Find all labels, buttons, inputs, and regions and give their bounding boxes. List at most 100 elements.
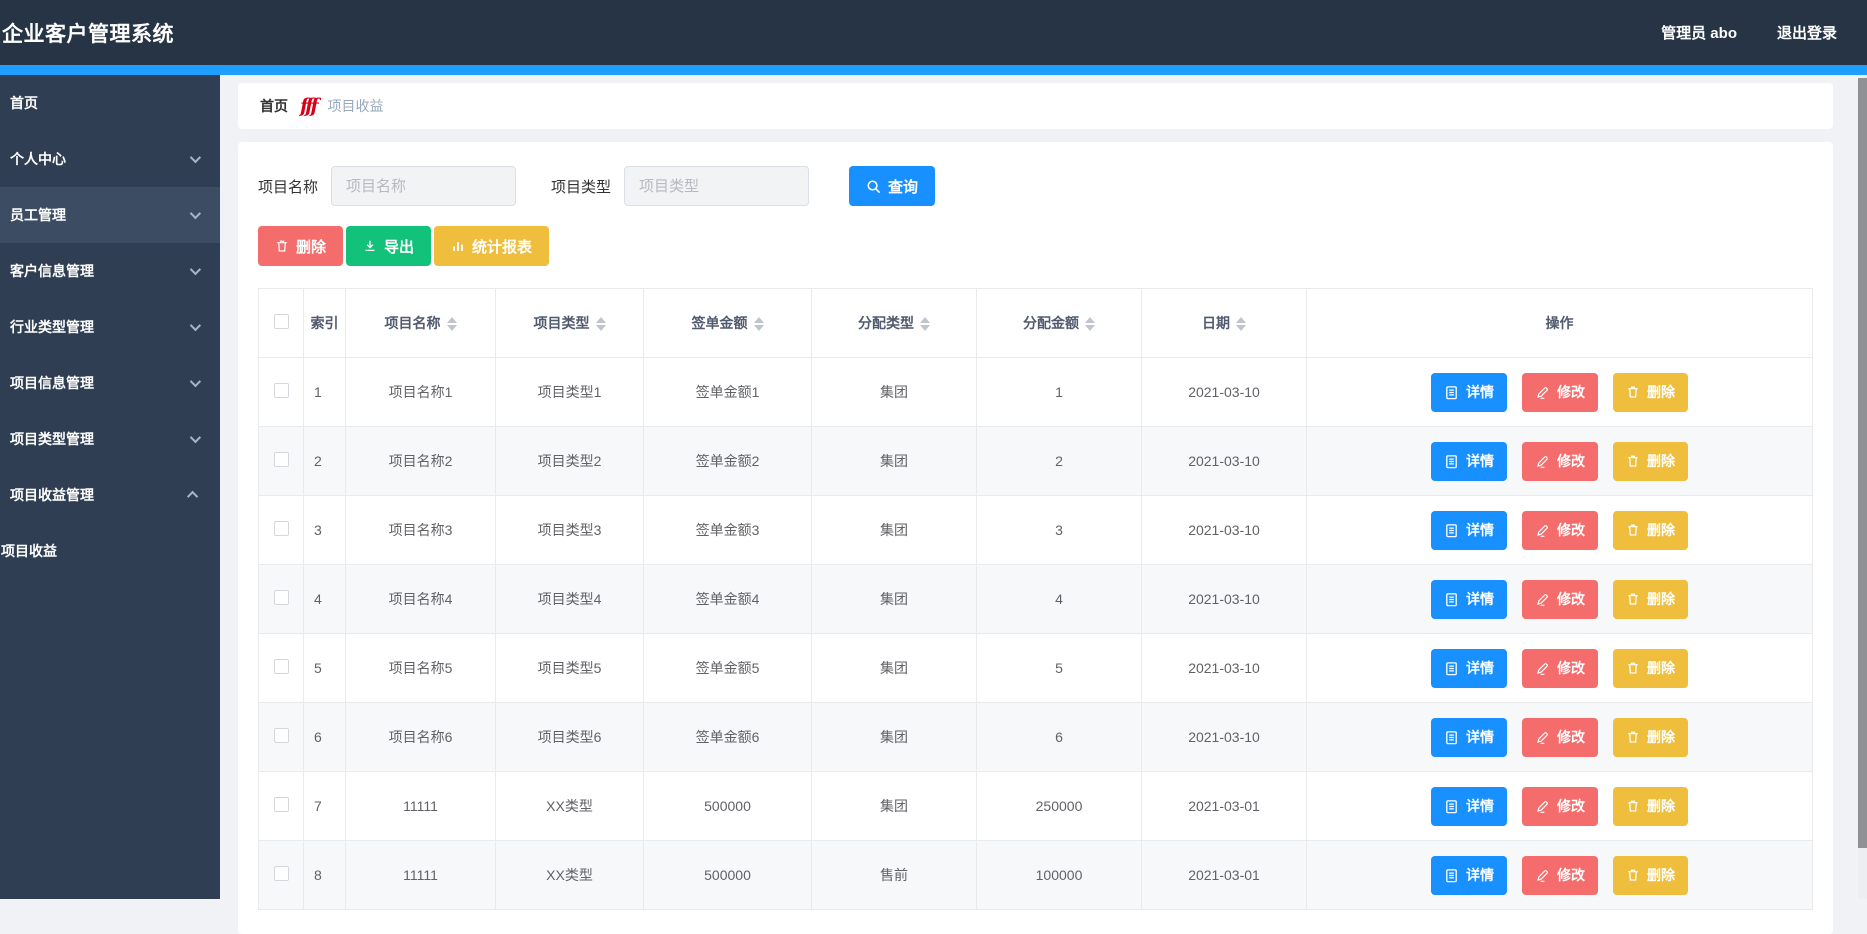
- sidebar-item[interactable]: 项目信息管理: [0, 355, 220, 411]
- table-cell: 项目类型5: [496, 634, 644, 703]
- sidebar-item[interactable]: 客户信息管理: [0, 243, 220, 299]
- detail-button[interactable]: 详情: [1431, 787, 1507, 826]
- project-name-input[interactable]: [331, 166, 516, 206]
- sidebar-item[interactable]: 个人中心: [0, 131, 220, 187]
- row-select-cell: [259, 634, 304, 703]
- sidebar-item[interactable]: 项目收益管理: [0, 467, 220, 523]
- trash-icon: [1626, 868, 1640, 882]
- edit-button[interactable]: 修改: [1522, 649, 1598, 688]
- sidebar-item-label: 项目收益: [1, 541, 57, 561]
- detail-button[interactable]: 详情: [1431, 511, 1507, 550]
- user-label[interactable]: 管理员 abo: [1661, 22, 1737, 43]
- document-icon: [1444, 592, 1459, 607]
- row-select-cell: [259, 496, 304, 565]
- edit-button[interactable]: 修改: [1522, 856, 1598, 895]
- edit-button[interactable]: 修改: [1522, 373, 1598, 412]
- trash-icon: [275, 239, 289, 253]
- table-cell: 项目名称3: [346, 496, 496, 565]
- column-header: 分配金额: [977, 289, 1142, 358]
- delete-button[interactable]: 删除: [1613, 856, 1688, 895]
- row-checkbox[interactable]: [274, 452, 289, 467]
- column-header-label: 项目类型: [534, 315, 590, 331]
- sidebar-item[interactable]: 首页: [0, 75, 220, 131]
- detail-button[interactable]: 详情: [1431, 442, 1507, 481]
- column-header: 日期: [1142, 289, 1307, 358]
- row-checkbox[interactable]: [274, 797, 289, 812]
- row-actions: 详情 修改删除: [1431, 373, 1688, 412]
- export-button[interactable]: 导出: [346, 226, 431, 266]
- row-checkbox[interactable]: [274, 590, 289, 605]
- delete-button[interactable]: 删除: [1613, 787, 1688, 826]
- sort-icon[interactable]: [596, 317, 606, 331]
- row-actions: 详情 修改 删除: [1431, 511, 1688, 550]
- edit-button-label: 修改: [1557, 865, 1585, 885]
- sidebar-item[interactable]: 项目收益: [0, 523, 220, 579]
- chevron-down-icon: [190, 320, 201, 331]
- sidebar-item[interactable]: 员工管理: [0, 187, 220, 243]
- sidebar-item[interactable]: 行业类型管理: [0, 299, 220, 355]
- sidebar-item-label: 行业类型管理: [10, 317, 94, 337]
- sort-icon[interactable]: [1236, 317, 1246, 331]
- breadcrumb-home[interactable]: 首页: [260, 96, 288, 116]
- row-checkbox[interactable]: [274, 521, 289, 536]
- detail-button[interactable]: 详情: [1431, 718, 1507, 757]
- breadcrumb-current: 项目收益: [328, 96, 384, 116]
- edit-button[interactable]: 修改: [1522, 580, 1598, 619]
- sort-icon[interactable]: [447, 317, 457, 331]
- row-actions: 详情修改删除: [1431, 580, 1688, 619]
- sort-up-icon: [1085, 317, 1095, 323]
- main-content: 首页 fff 项目收益 项目名称 项目类型 查询: [220, 75, 1867, 899]
- sidebar-item[interactable]: 项目类型管理: [0, 411, 220, 467]
- delete-button[interactable]: 删除: [1613, 442, 1688, 481]
- edit-button[interactable]: 修改: [1522, 787, 1598, 826]
- row-actions: 详情修改删除: [1431, 787, 1688, 826]
- sort-icon[interactable]: [920, 317, 930, 331]
- row-checkbox[interactable]: [274, 728, 289, 743]
- delete-button-label: 删除: [1647, 865, 1675, 885]
- scrollbar-thumb[interactable]: [1858, 78, 1867, 848]
- sidebar-item-label: 项目收益管理: [10, 485, 94, 505]
- logout-link[interactable]: 退出登录: [1777, 22, 1837, 43]
- pencil-icon: [1535, 592, 1550, 607]
- table-row: 811111XX类型500000售前1000002021-03-01详情修改删除: [259, 841, 1813, 910]
- sort-icon[interactable]: [1085, 317, 1095, 331]
- delete-button[interactable]: 删除: [1613, 580, 1688, 619]
- delete-button[interactable]: 删除: [1613, 649, 1688, 688]
- report-button[interactable]: 统计报表: [434, 226, 549, 266]
- column-header-label: 分配类型: [858, 315, 914, 331]
- detail-button-label: 详情: [1466, 727, 1494, 747]
- delete-button[interactable]: 删除: [1613, 511, 1688, 550]
- search-button[interactable]: 查询: [849, 166, 935, 206]
- page-scrollbar[interactable]: [1858, 75, 1867, 899]
- chevron-down-icon: [190, 208, 201, 219]
- trash-icon: [1626, 799, 1640, 813]
- table-cell: 项目类型4: [496, 565, 644, 634]
- edit-button[interactable]: 修改: [1522, 442, 1598, 481]
- detail-button-label: 详情: [1466, 382, 1494, 402]
- delete-button[interactable]: 删除: [1613, 373, 1688, 412]
- sort-icon[interactable]: [754, 317, 764, 331]
- column-header-label: 日期: [1202, 315, 1230, 331]
- row-checkbox[interactable]: [274, 383, 289, 398]
- edit-button[interactable]: 修改: [1522, 718, 1598, 757]
- document-icon: [1444, 799, 1459, 814]
- edit-button-label: 修改: [1557, 520, 1585, 540]
- project-type-input[interactable]: [624, 166, 809, 206]
- table-row: 2项目名称2项目类型2签单金额2集团22021-03-10详情修改删除: [259, 427, 1813, 496]
- row-select-cell: [259, 358, 304, 427]
- row-checkbox[interactable]: [274, 866, 289, 881]
- delete-button[interactable]: 删除: [1613, 718, 1688, 757]
- column-header: 项目类型: [496, 289, 644, 358]
- bulk-delete-button[interactable]: 删除: [258, 226, 343, 266]
- bar-chart-icon: [451, 239, 465, 253]
- select-all-checkbox[interactable]: [274, 314, 289, 329]
- detail-button[interactable]: 详情: [1431, 373, 1507, 412]
- sidebar-item-label: 项目类型管理: [10, 429, 94, 449]
- detail-button[interactable]: 详情: [1431, 580, 1507, 619]
- detail-button[interactable]: 详情: [1431, 856, 1507, 895]
- detail-button[interactable]: 详情: [1431, 649, 1507, 688]
- chevron-down-icon: [190, 152, 201, 163]
- edit-button[interactable]: 修改: [1522, 511, 1598, 550]
- edit-button-label: 修改: [1557, 451, 1585, 471]
- row-checkbox[interactable]: [274, 659, 289, 674]
